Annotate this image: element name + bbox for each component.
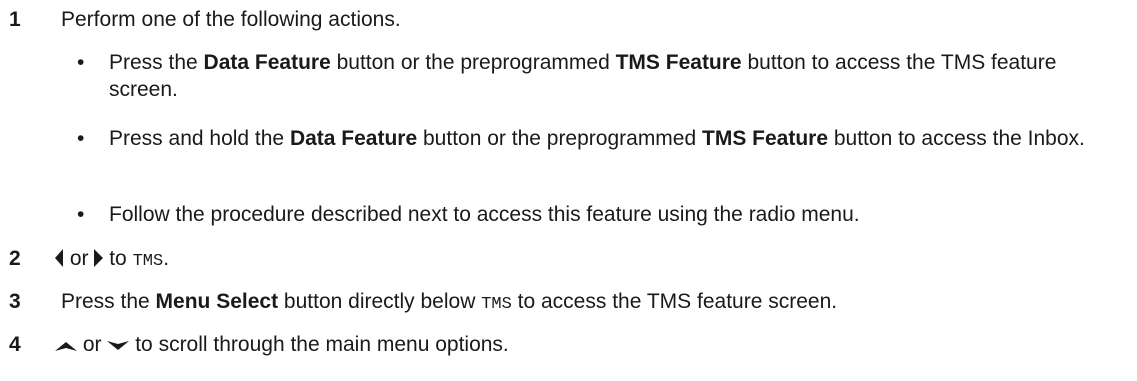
- to-text: to: [109, 247, 127, 270]
- tms-feature-button-name: TMS Feature: [615, 51, 742, 74]
- or-text: or: [82, 333, 102, 356]
- text-run: Press the: [109, 51, 204, 74]
- step-text: or to scroll through the main menu optio…: [55, 331, 509, 358]
- bullet-icon: •: [77, 203, 85, 226]
- or-text: or: [69, 247, 89, 270]
- step-number: 1: [9, 8, 21, 31]
- bullet-text: Follow the procedure described next to a…: [109, 203, 860, 226]
- bullet-icon: •: [77, 127, 85, 150]
- down-arrow-icon: [107, 341, 130, 350]
- period-text: .: [163, 247, 170, 270]
- tms-feature-button-name: TMS Feature: [702, 127, 829, 150]
- step-text: or to TMS.: [55, 245, 169, 275]
- menu-select-button-name: Menu Select: [155, 290, 279, 313]
- step-number: 3: [9, 290, 21, 313]
- step-number: 4: [9, 333, 21, 356]
- text-run: button to access the Inbox.: [828, 127, 1085, 150]
- text-run: button or the preprogrammed: [417, 127, 702, 150]
- tms-label: TMS: [481, 295, 512, 314]
- step-text: Press the Menu Select button directly be…: [61, 288, 837, 318]
- left-arrow-icon: [55, 249, 63, 267]
- text-run: button or the preprogrammed: [330, 51, 616, 74]
- text-run: to access the TMS feature screen.: [511, 290, 838, 313]
- bullet-icon: •: [77, 51, 85, 74]
- tms-label: TMS: [132, 252, 164, 271]
- step-text: Perform one of the following actions.: [61, 8, 401, 31]
- text-run: button directly below: [278, 290, 482, 313]
- data-feature-button-name: Data Feature: [289, 127, 418, 150]
- text-run: Press the: [61, 290, 156, 313]
- data-feature-button-name: Data Feature: [203, 51, 331, 74]
- bullet-text: Press and hold the Data Feature button o…: [109, 125, 1119, 152]
- procedure-document: 1 Perform one of the following actions. …: [0, 0, 1137, 381]
- text-run: to scroll through the main menu options.: [135, 333, 509, 356]
- text-run: Press and hold the: [109, 127, 290, 150]
- bullet-text: Press the Data Feature button or the pre…: [109, 49, 1119, 103]
- up-arrow-icon: [55, 342, 77, 351]
- right-arrow-icon: [94, 249, 104, 267]
- step-number: 2: [9, 247, 21, 270]
